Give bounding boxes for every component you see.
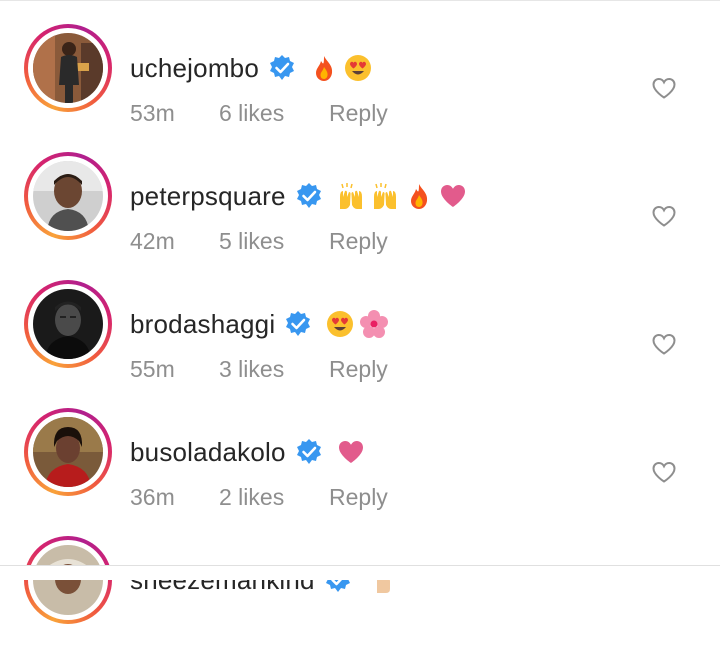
raising-hands-emoji <box>339 183 362 209</box>
comment-username[interactable]: brodashaggi <box>130 309 275 340</box>
bottom-divider <box>0 565 720 566</box>
comment-likes[interactable]: 5 likes <box>219 228 329 255</box>
like-heart-icon[interactable] <box>651 76 677 100</box>
heart-eyes-emoji <box>345 55 371 81</box>
comment-time: 36m <box>130 483 175 510</box>
comment-item: peterpsquare 42m 5 likes Reply <box>0 152 720 280</box>
pink-heart-emoji <box>338 441 363 463</box>
like-heart-icon[interactable] <box>651 204 677 228</box>
raising-hands-emoji <box>373 183 396 209</box>
comment-time: 53m <box>130 99 175 126</box>
reply-button[interactable]: Reply <box>329 100 388 127</box>
comment-item: sneezemankind <box>0 536 720 664</box>
like-heart-icon[interactable] <box>651 460 677 484</box>
comment-item: uchejombo 53m 6 likes Reply <box>0 24 720 152</box>
comment-username[interactable]: uchejombo <box>130 53 259 84</box>
fire-emoji <box>410 184 427 209</box>
comment-item: brodashaggi 55m 3 likes Reply <box>0 280 720 408</box>
reply-button[interactable]: Reply <box>329 228 388 255</box>
like-heart-icon[interactable] <box>651 332 677 356</box>
bottom-bar <box>0 565 720 580</box>
comment-username[interactable]: busoladakolo <box>130 437 286 468</box>
comment-item: busoladakolo 36m 2 likes Reply <box>0 408 720 536</box>
verified-badge-icon <box>270 55 294 80</box>
comment-time: 55m <box>130 355 175 382</box>
comment-likes[interactable]: 3 likes <box>219 356 329 383</box>
comment-likes[interactable]: 6 likes <box>219 100 329 127</box>
top-divider <box>0 0 720 1</box>
heart-eyes-emoji <box>327 311 354 337</box>
avatar[interactable] <box>24 536 112 624</box>
verified-badge-icon <box>296 183 321 208</box>
avatar[interactable] <box>24 24 112 112</box>
cherry-blossom-emoji <box>360 310 389 338</box>
reply-button[interactable]: Reply <box>329 356 388 383</box>
avatar[interactable] <box>24 408 112 496</box>
avatar[interactable] <box>24 280 112 368</box>
pink-heart-emoji <box>440 185 465 207</box>
verified-badge-icon <box>296 439 321 464</box>
comment-username[interactable]: peterpsquare <box>130 181 286 212</box>
comment-time: 42m <box>130 227 175 254</box>
comment-likes[interactable]: 2 likes <box>219 484 329 511</box>
verified-badge-icon <box>286 311 311 336</box>
avatar[interactable] <box>24 152 112 240</box>
reply-button[interactable]: Reply <box>329 484 388 511</box>
fire-emoji <box>316 56 333 81</box>
